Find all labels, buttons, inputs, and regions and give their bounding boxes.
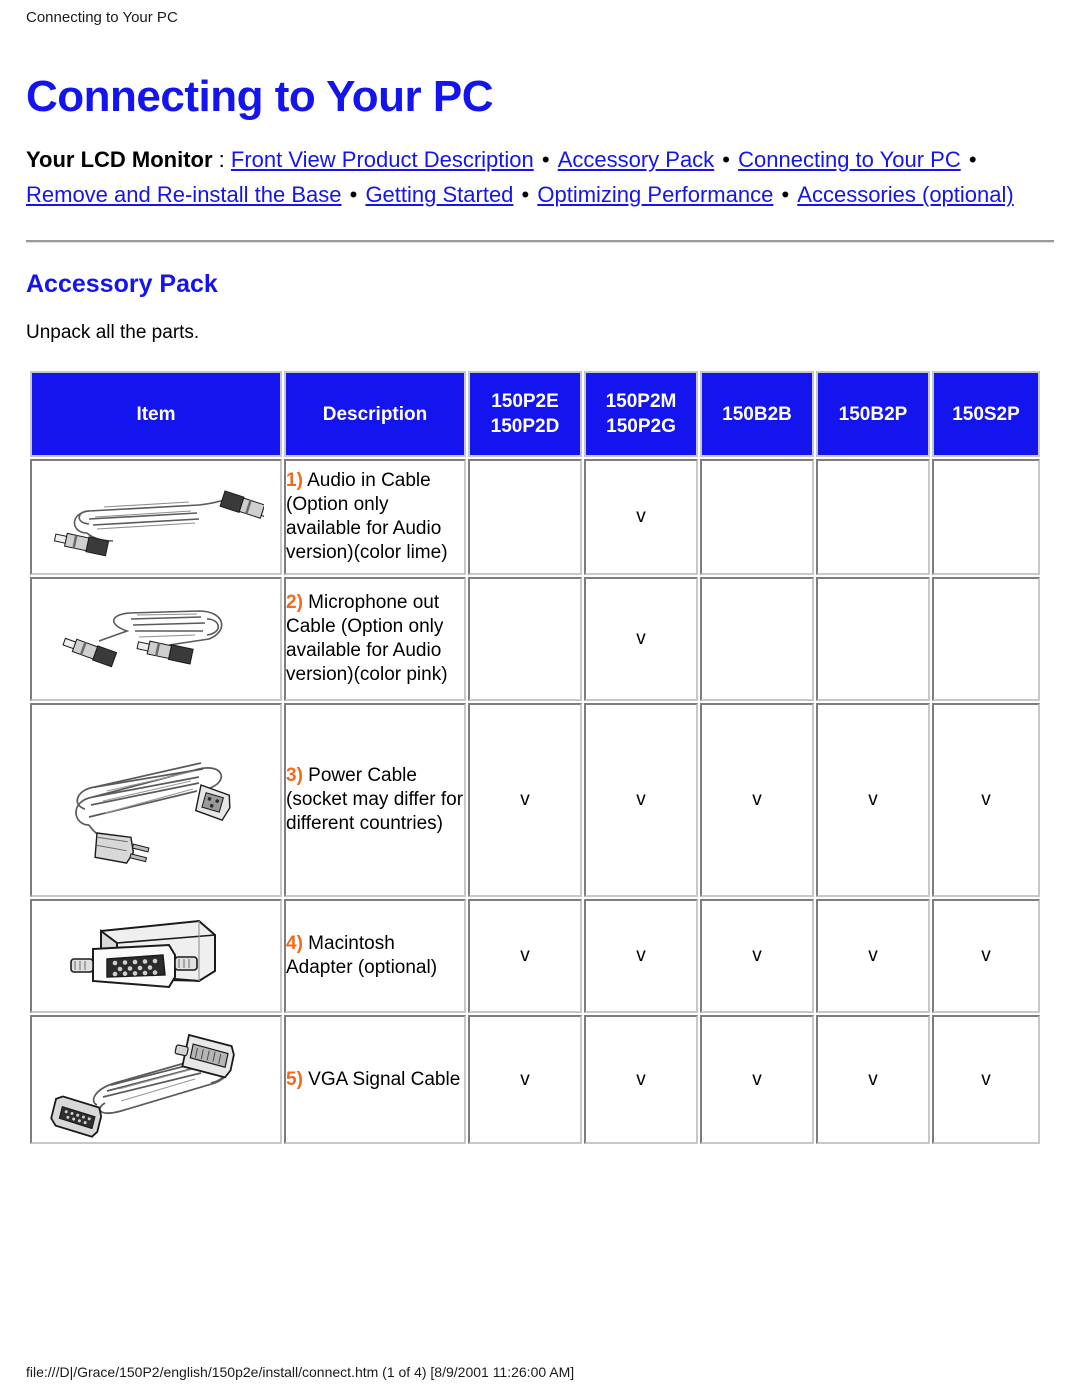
accessory-table-wrapper: Item Description 150P2E 150P2D 150P2M 15… — [0, 345, 1080, 1148]
nav-link-connecting-to-your-pc[interactable]: Connecting to Your PC — [738, 147, 961, 172]
nav-link-optimizing-performance[interactable]: Optimizing Performance — [537, 182, 773, 207]
mark-150b2b: v — [700, 703, 814, 897]
page-breadcrumb: Connecting to Your PC — [26, 9, 178, 26]
row-description-cell: 3) Power Cable (socket may differ for di… — [284, 703, 466, 897]
column-header-description-label: Description — [322, 403, 428, 425]
audio-in-cable-image-cell — [30, 459, 282, 575]
column-header-150p2m-150p2g: 150P2M 150P2G — [584, 371, 698, 457]
microphone-out-cable-image — [61, 610, 222, 668]
mark-150b2p: v — [816, 899, 930, 1013]
column-header-item-label: Item — [136, 403, 176, 425]
table-header-row: Item Description 150P2E 150P2D 150P2M 15… — [30, 371, 1040, 457]
table-row: 1) Audio in Cable (Option only available… — [30, 459, 1040, 575]
nav-link-front-view-product-description[interactable]: Front View Product Description — [231, 147, 534, 172]
table-row: 2) Microphone out Cable (Option only ava… — [30, 577, 1040, 701]
row-number: 5) — [286, 1068, 303, 1090]
row-description-text: Microphone out Cable (Option only availa… — [286, 592, 448, 685]
page-footer-path: file:///D|/Grace/150P2/english/150p2e/in… — [26, 1364, 575, 1380]
power-cable-image — [74, 762, 231, 864]
mark-150p2e-150p2d — [468, 459, 582, 575]
mark-150s2p: v — [932, 1015, 1040, 1144]
column-header-line-1: 150P2M — [605, 391, 677, 412]
row-number: 2) — [286, 592, 303, 613]
row-description-text: VGA Signal Cable — [302, 1068, 461, 1090]
section-intro-text: Unpack all the parts. — [26, 322, 200, 343]
mark-150p2m-150p2g: v — [584, 1015, 698, 1144]
nav-link-accessories-optional[interactable]: Accessories (optional) — [797, 182, 1013, 207]
table-row: 4) Macintosh Adapter (optional) v v v v … — [30, 899, 1040, 1013]
row-description-cell: 5) VGA Signal Cable — [284, 1015, 466, 1144]
nav-link-remove-and-reinstall-the-base[interactable]: Remove and Re-install the Base — [26, 182, 342, 207]
row-number: 3) — [286, 765, 303, 786]
mark-150p2e-150p2d: v — [468, 1015, 582, 1144]
mark-150s2p — [932, 577, 1040, 701]
row-description-text: Macintosh Adapter (optional) — [286, 933, 438, 978]
mark-150b2p — [816, 577, 930, 701]
row-description-cell: 1) Audio in Cable (Option only available… — [284, 459, 466, 575]
mark-150b2b: v — [700, 899, 814, 1013]
nav-link-getting-started[interactable]: Getting Started — [365, 182, 513, 207]
mark-150b2p — [816, 459, 930, 575]
nav-link-accessory-pack[interactable]: Accessory Pack — [558, 147, 715, 172]
mark-150b2b — [700, 577, 814, 701]
mark-150b2b — [700, 459, 814, 575]
mark-150p2e-150p2d: v — [468, 899, 582, 1013]
vga-signal-cable-image-cell — [30, 1015, 282, 1144]
mark-150s2p — [932, 459, 1040, 575]
breadcrumb-nav: Your LCD Monitor : Front View Product De… — [0, 124, 1080, 212]
column-header-line-2: 150P2G — [606, 416, 676, 437]
nav-separator: • — [775, 182, 796, 207]
nav-separator: • — [962, 147, 977, 172]
row-description-text: Power Cable (socket may differ for diffe… — [286, 765, 464, 834]
page-title: Connecting to Your PC — [26, 72, 493, 121]
column-header-150b2p-label: 150B2P — [838, 403, 908, 425]
macintosh-adapter-image-cell — [30, 899, 282, 1013]
mark-150s2p: v — [932, 899, 1040, 1013]
audio-in-cable-image — [53, 490, 264, 557]
section-title-accessory-pack: Accessory Pack — [26, 270, 218, 298]
nav-separator: • — [535, 147, 556, 172]
column-header-150s2p: 150S2P — [932, 371, 1040, 457]
row-number: 4) — [286, 933, 303, 954]
table-row: 3) Power Cable (socket may differ for di… — [30, 703, 1040, 897]
nav-lead-label: Your LCD Monitor — [26, 147, 213, 172]
row-description-cell: 2) Microphone out Cable (Option only ava… — [284, 577, 466, 701]
column-header-150b2b: 150B2B — [700, 371, 814, 457]
column-header-item: Item — [30, 371, 282, 457]
column-header-150b2p: 150B2P — [816, 371, 930, 457]
nav-separator: • — [716, 147, 737, 172]
column-header-line-1: 150P2E — [491, 391, 559, 412]
mark-150s2p: v — [932, 703, 1040, 897]
mark-150p2m-150p2g: v — [584, 899, 698, 1013]
mark-150p2e-150p2d — [468, 577, 582, 701]
mark-150b2p: v — [816, 703, 930, 897]
row-description-cell: 4) Macintosh Adapter (optional) — [284, 899, 466, 1013]
accessory-pack-table: Item Description 150P2E 150P2D 150P2M 15… — [26, 367, 1044, 1148]
nav-colon: : — [212, 147, 231, 172]
document-content: Connecting to Your PC Your LCD Monitor :… — [0, 48, 1080, 1148]
nav-separator: • — [343, 182, 364, 207]
macintosh-adapter-image — [69, 919, 216, 989]
column-header-150s2p-label: 150S2P — [952, 403, 1020, 425]
row-description-text: Audio in Cable (Option only available fo… — [286, 470, 448, 563]
column-header-line-2: 150P2D — [490, 416, 560, 437]
table-row: 5) VGA Signal Cable v v v v v — [30, 1015, 1040, 1144]
vga-signal-cable-image — [49, 1033, 235, 1138]
column-header-description: Description — [284, 371, 466, 457]
mark-150p2e-150p2d: v — [468, 703, 582, 897]
column-header-150b2b-label: 150B2B — [722, 403, 792, 425]
column-header-150p2e-150p2d: 150P2E 150P2D — [468, 371, 582, 457]
mark-150p2m-150p2g: v — [584, 459, 698, 575]
mark-150b2p: v — [816, 1015, 930, 1144]
mark-150b2b: v — [700, 1015, 814, 1144]
nav-separator: • — [515, 182, 536, 207]
power-cable-image-cell — [30, 703, 282, 897]
mark-150p2m-150p2g: v — [584, 703, 698, 897]
row-number: 1) — [286, 470, 303, 491]
mark-150p2m-150p2g: v — [584, 577, 698, 701]
microphone-out-cable-image-cell — [30, 577, 282, 701]
